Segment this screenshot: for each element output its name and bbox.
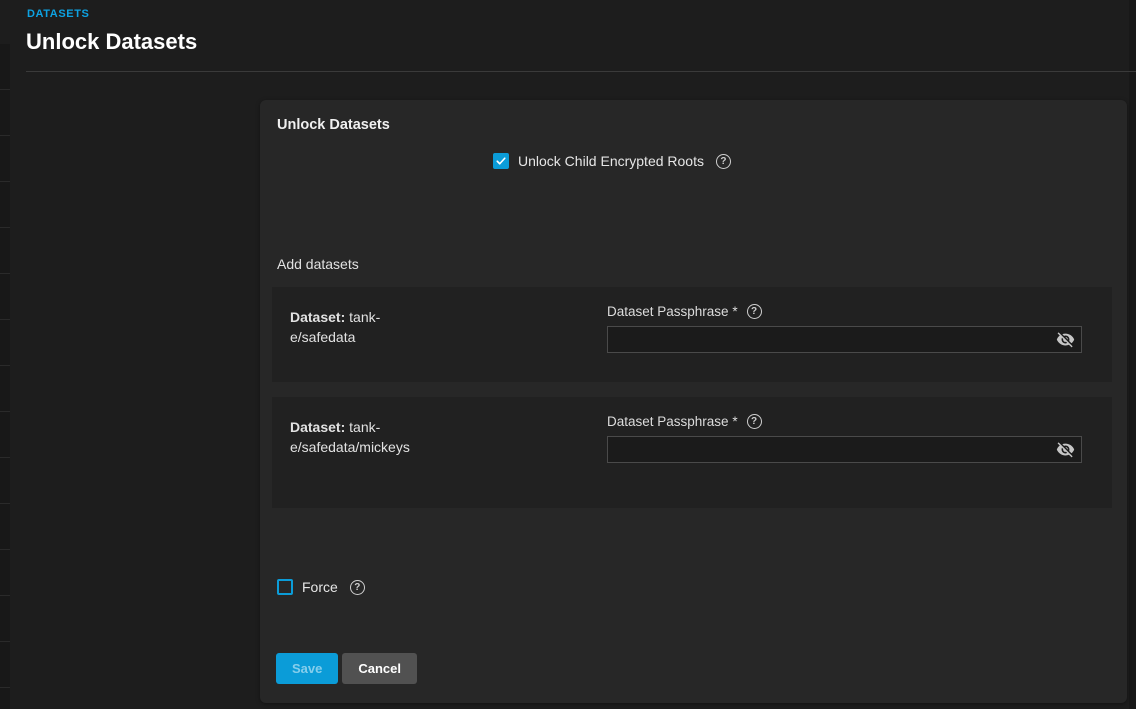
cancel-button[interactable]: Cancel <box>342 653 417 684</box>
dataset-passphrase-label: Dataset Passphrase * <box>607 414 738 429</box>
help-icon[interactable]: ? <box>716 154 731 169</box>
dataset-passphrase-input[interactable] <box>607 436 1082 463</box>
help-icon[interactable]: ? <box>747 414 762 429</box>
card-title: Unlock Datasets <box>277 117 390 133</box>
visibility-off-icon <box>1056 330 1075 349</box>
dataset-name-prefix: Dataset: <box>290 419 345 435</box>
dataset-row: Dataset: tank-e/safedata Dataset Passphr… <box>272 287 1112 382</box>
force-checkbox-label: Force <box>302 579 338 595</box>
force-checkbox[interactable] <box>277 579 293 595</box>
form-actions: Save Cancel <box>276 653 417 684</box>
dataset-passphrase-field: Dataset Passphrase * ? <box>607 414 1082 463</box>
page-title: Unlock Datasets <box>26 29 197 55</box>
dataset-name-prefix: Dataset: <box>290 309 345 325</box>
dataset-passphrase-input[interactable] <box>607 326 1082 353</box>
unlock-child-checkbox-label: Unlock Child Encrypted Roots <box>518 153 704 169</box>
check-icon <box>495 155 507 167</box>
help-icon[interactable]: ? <box>350 580 365 595</box>
breadcrumb-datasets-link[interactable]: DATASETS <box>27 8 89 20</box>
sidebar-edge <box>0 44 10 709</box>
save-button[interactable]: Save <box>276 653 338 684</box>
add-datasets-label: Add datasets <box>277 256 359 272</box>
dataset-name: Dataset: tank-e/safedata/mickeys <box>290 417 410 457</box>
unlock-datasets-screen: DATASETS Unlock Datasets Unlock Datasets… <box>0 0 1136 709</box>
toggle-passphrase-visibility-button[interactable] <box>1055 330 1075 350</box>
dataset-name: Dataset: tank-e/safedata <box>290 307 410 347</box>
unlock-child-encrypted-roots-row: Unlock Child Encrypted Roots ? <box>493 153 731 169</box>
unlock-child-checkbox[interactable] <box>493 153 509 169</box>
visibility-off-icon <box>1056 440 1075 459</box>
dataset-passphrase-field: Dataset Passphrase * ? <box>607 304 1082 353</box>
force-row: Force ? <box>277 579 365 595</box>
toggle-passphrase-visibility-button[interactable] <box>1055 440 1075 460</box>
unlock-datasets-card: Unlock Datasets Unlock Child Encrypted R… <box>260 100 1127 703</box>
header-divider <box>26 71 1136 72</box>
dataset-passphrase-label: Dataset Passphrase * <box>607 304 738 319</box>
scrollbar-track[interactable] <box>1129 0 1136 709</box>
help-icon[interactable]: ? <box>747 304 762 319</box>
dataset-row: Dataset: tank-e/safedata/mickeys Dataset… <box>272 397 1112 508</box>
